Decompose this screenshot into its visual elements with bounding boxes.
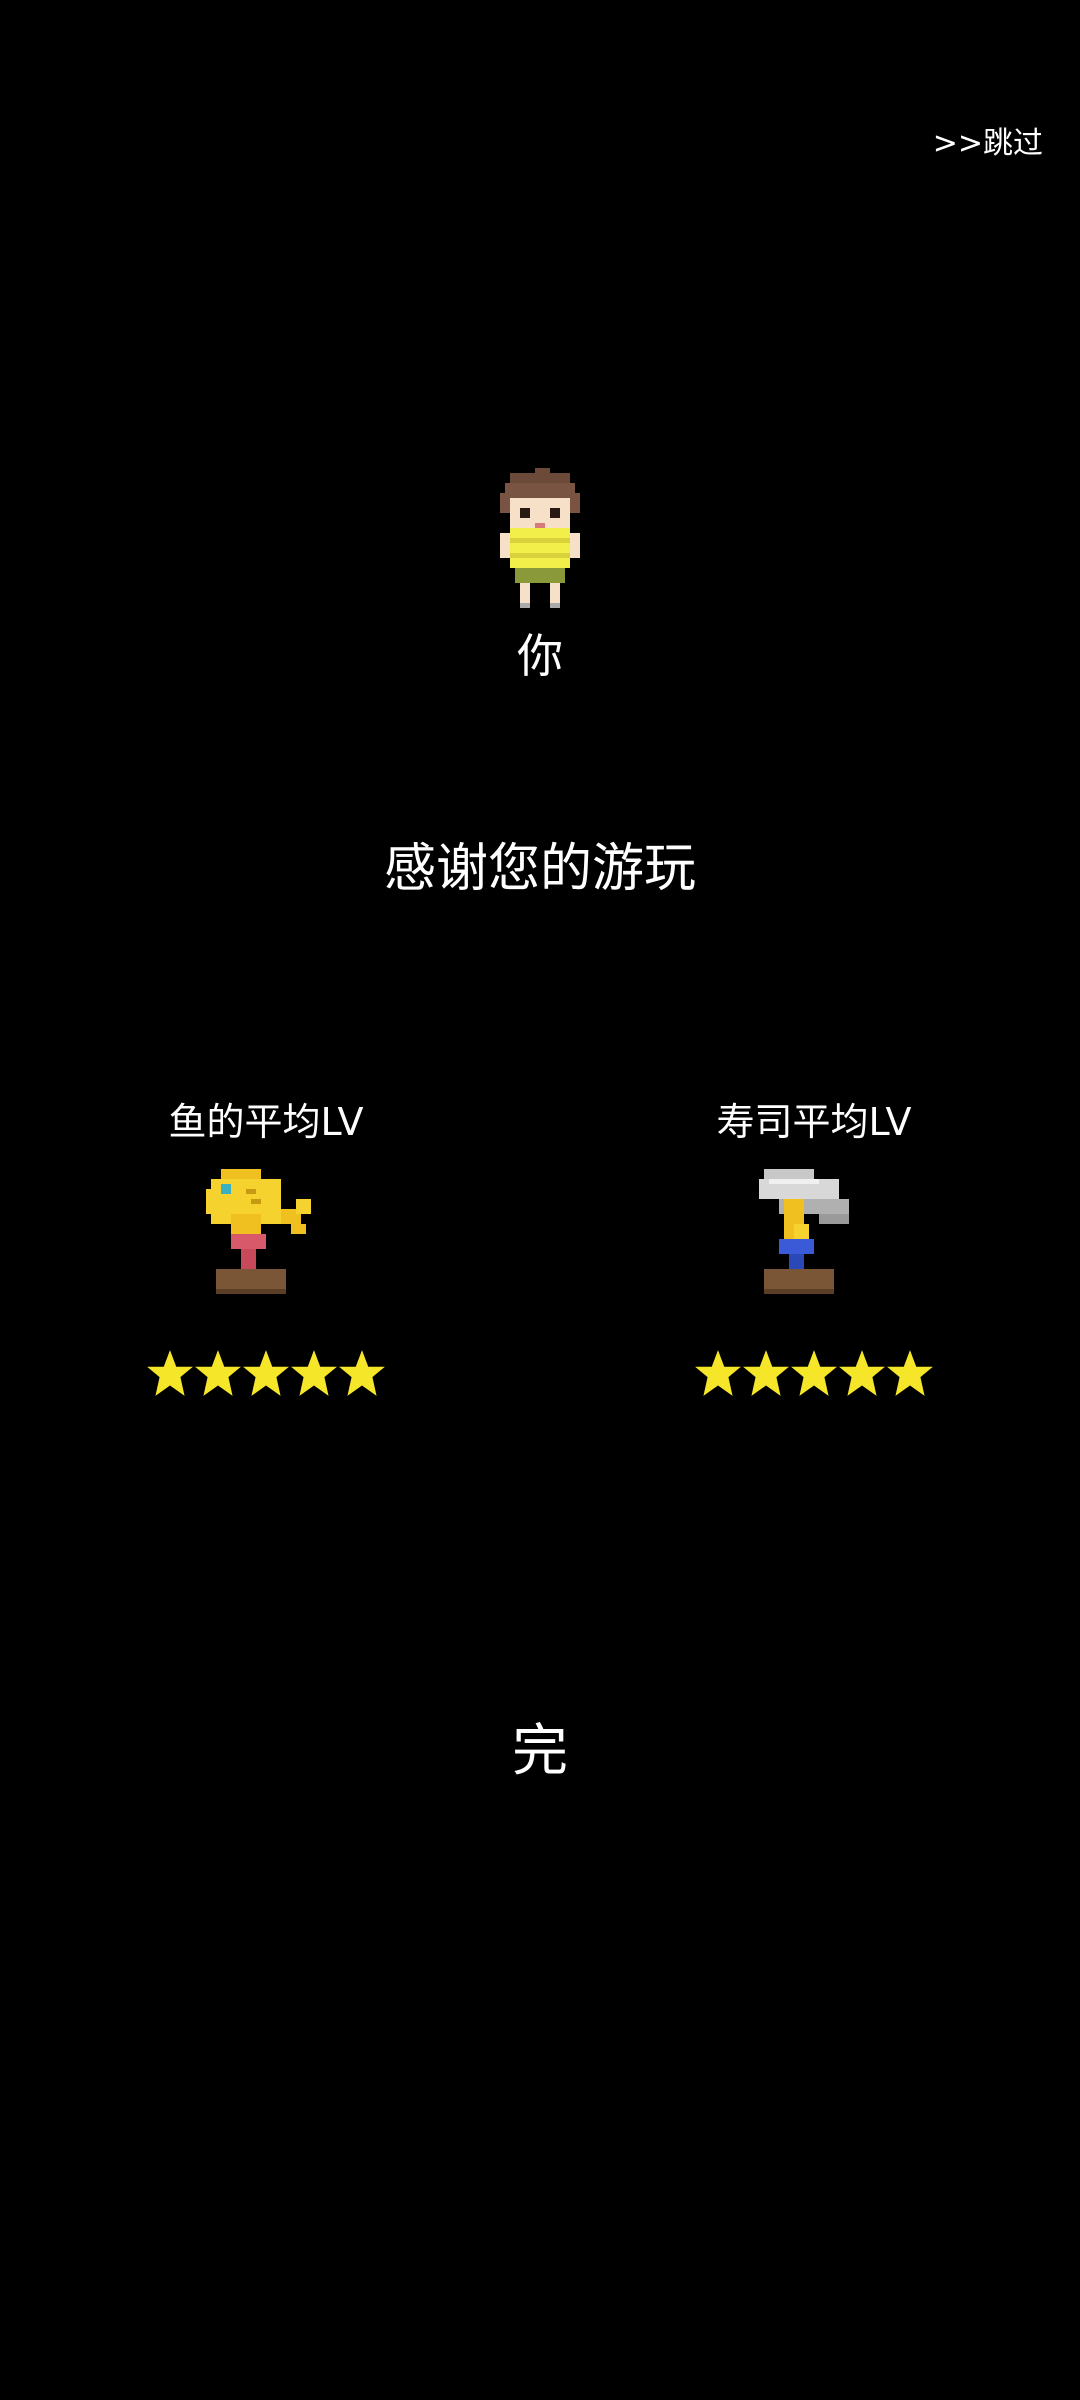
sushi-star-rating bbox=[614, 1348, 1014, 1398]
star-icon bbox=[243, 1350, 289, 1396]
end-title: 完 bbox=[512, 1719, 568, 1784]
star-icon bbox=[791, 1350, 837, 1396]
sushi-level-title: 寿司平均LV bbox=[716, 1100, 912, 1144]
sushi-trophy-icon bbox=[759, 1169, 849, 1294]
star-icon bbox=[195, 1350, 241, 1396]
player-label: 你 bbox=[517, 629, 563, 683]
fish-star-rating bbox=[66, 1348, 466, 1398]
fish-level-title: 鱼的平均LV bbox=[168, 1100, 364, 1144]
star-icon bbox=[695, 1350, 741, 1396]
player-sprite-icon bbox=[500, 468, 580, 608]
star-icon bbox=[147, 1350, 193, 1396]
star-icon bbox=[291, 1350, 337, 1396]
star-icon bbox=[887, 1350, 933, 1396]
sushi-stat-column: 寿司平均LV bbox=[614, 1090, 1014, 1398]
golden-fish-trophy-icon bbox=[206, 1169, 311, 1294]
star-icon bbox=[839, 1350, 885, 1396]
star-icon bbox=[339, 1350, 385, 1396]
star-icon bbox=[743, 1350, 789, 1396]
fish-stat-column: 鱼的平均LV bbox=[66, 1090, 466, 1398]
skip-button[interactable]: >>跳过 bbox=[933, 118, 1043, 162]
thanks-message: 感谢您的游玩 bbox=[383, 839, 696, 899]
